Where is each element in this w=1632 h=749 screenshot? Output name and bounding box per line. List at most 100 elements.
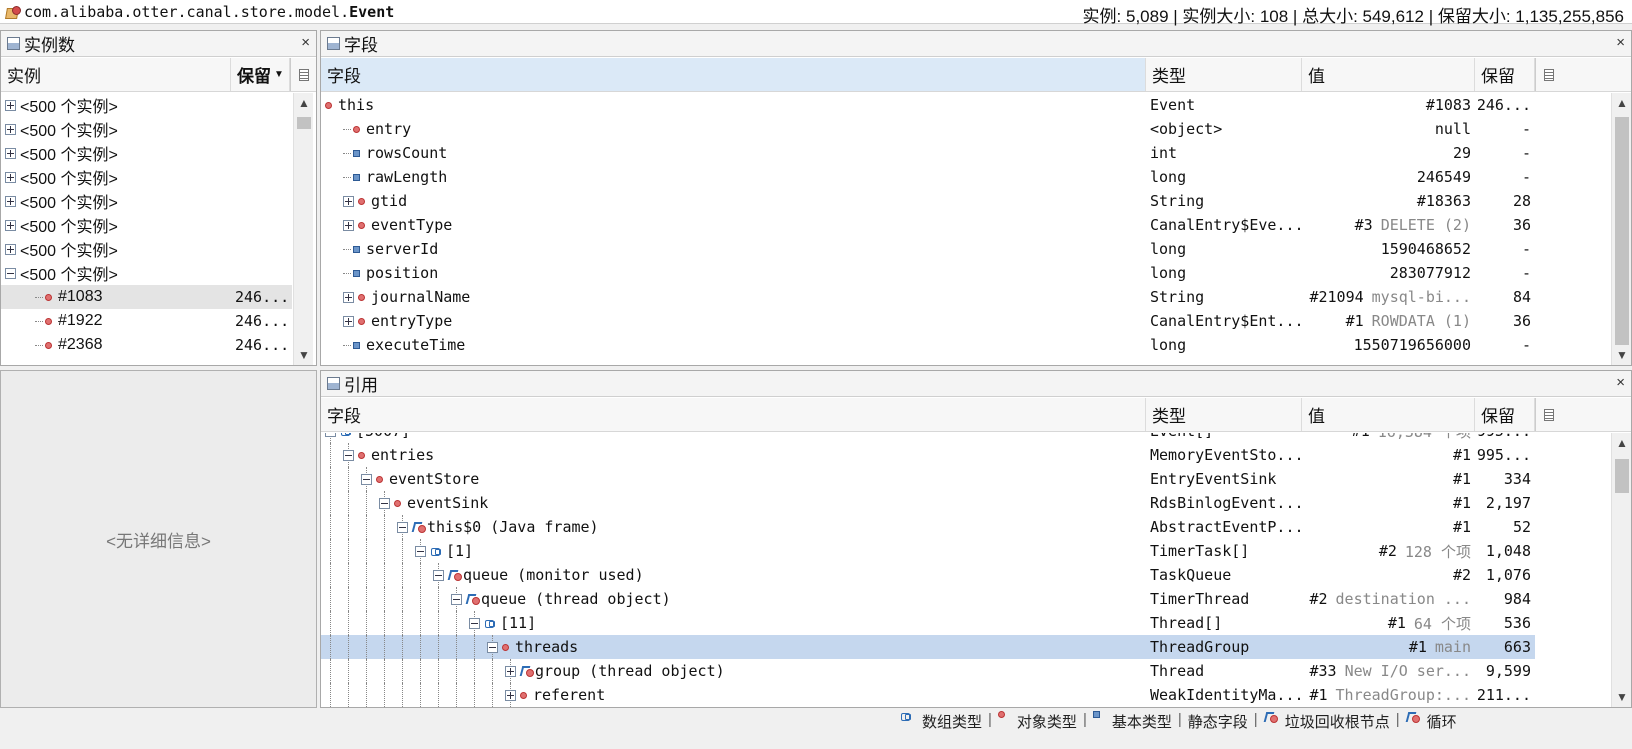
table-row[interactable]: eventType CanalEntry$Eve... #3 DELETE (2) 36: [321, 213, 1535, 237]
list-item[interactable]: <500 个实例>: [1, 213, 292, 237]
table-row[interactable]: eventSink RdsBinlogEvent... #1 2,197: [321, 491, 1535, 515]
table-row[interactable]: rowsCount int 29 -: [321, 141, 1535, 165]
column-retained[interactable]: 保留: [1475, 398, 1535, 431]
scroll-thumb[interactable]: [297, 117, 311, 129]
expand-icon[interactable]: [343, 315, 354, 327]
expand-icon[interactable]: [505, 689, 516, 701]
expand-icon[interactable]: [343, 219, 354, 231]
expand-icon[interactable]: [343, 195, 354, 207]
table-row[interactable]: queue (thread object) TimerThread #2 destin…: [321, 587, 1535, 611]
list-item[interactable]: #2368 246...: [1, 333, 292, 357]
type-cell: long: [1150, 240, 1187, 258]
expand-icon[interactable]: [5, 171, 16, 183]
table-row[interactable]: position long 283077912 -: [321, 261, 1535, 285]
expand-icon[interactable]: [5, 243, 16, 255]
column-retained[interactable]: 保留: [1475, 58, 1535, 91]
collapse-icon[interactable]: [379, 497, 390, 509]
scroll-down-icon[interactable]: ▼: [294, 345, 314, 365]
list-item[interactable]: <500 个实例>: [1, 117, 292, 141]
scroll-up-icon[interactable]: ▲: [294, 93, 314, 113]
references-scrollbar[interactable]: ▲ ▼: [1611, 433, 1631, 707]
close-icon[interactable]: ×: [301, 34, 310, 51]
table-row[interactable]: [5007] Event[] #1 16,384 个项 995...: [321, 433, 1535, 443]
table-row[interactable]: eventStore EntryEventSink #1 334: [321, 467, 1535, 491]
scroll-thumb[interactable]: [1615, 459, 1629, 493]
table-row[interactable]: [1] TimerTask[] #2 128 个项 1,048: [321, 539, 1535, 563]
column-type[interactable]: 类型: [1146, 58, 1302, 91]
collapse-icon[interactable]: [5, 267, 16, 279]
table-row[interactable]: entry <object> null -: [321, 117, 1535, 141]
table-row[interactable]: group (thread object) Thread #33 New I/O se…: [321, 659, 1535, 683]
collapse-icon[interactable]: [451, 593, 462, 605]
close-icon[interactable]: ×: [1616, 34, 1625, 51]
list-item[interactable]: <500 个实例>: [1, 165, 292, 189]
value-text: #18363: [1416, 192, 1471, 210]
table-row[interactable]: threads ThreadGroup #1 main 663: [321, 635, 1535, 659]
object-icon: [358, 197, 365, 205]
table-row[interactable]: this$0 (Java frame) AbstractEventP... #1 52: [321, 515, 1535, 539]
table-row[interactable]: this Event #1083 246...: [321, 93, 1535, 117]
collapse-icon[interactable]: [469, 617, 480, 629]
instance-label: #1922: [58, 312, 103, 329]
collapse-icon[interactable]: [487, 641, 498, 653]
list-item[interactable]: <500 个实例>: [1, 237, 292, 261]
collapse-icon[interactable]: [361, 473, 372, 485]
table-row[interactable]: executeTime long 1550719656000 -: [321, 333, 1535, 357]
tree-guide: [420, 635, 421, 659]
tree-guide: [330, 539, 331, 563]
column-chooser-button[interactable]: [1535, 398, 1561, 431]
collapse-icon[interactable]: [415, 545, 426, 557]
list-item[interactable]: <500 个实例>: [1, 261, 292, 285]
table-row[interactable]: serverId long 1590468652 -: [321, 237, 1535, 261]
table-row[interactable]: referent WeakIdentityMa... #1 ThreadGroup:.…: [321, 683, 1535, 707]
column-field[interactable]: 字段: [321, 58, 1146, 91]
table-row[interactable]: rawLength long 246549 -: [321, 165, 1535, 189]
collapse-icon[interactable]: [397, 521, 408, 533]
list-item[interactable]: #1083 246...: [1, 285, 292, 309]
expand-icon[interactable]: [5, 195, 16, 207]
field-cell: group (thread object): [321, 659, 1146, 683]
list-item[interactable]: <500 个实例>: [1, 189, 292, 213]
scroll-thumb[interactable]: [1615, 117, 1629, 345]
tree-guide: [474, 635, 475, 659]
expand-icon[interactable]: [5, 123, 16, 135]
column-value[interactable]: 值: [1302, 398, 1475, 431]
table-row[interactable]: queue (monitor used) TaskQueue #2 1,076: [321, 563, 1535, 587]
collapse-icon[interactable]: [433, 569, 444, 581]
column-value[interactable]: 值: [1302, 58, 1475, 91]
column-field[interactable]: 字段: [321, 398, 1146, 431]
retained-cell: [231, 213, 291, 237]
instances-scrollbar[interactable]: ▲ ▼: [293, 93, 313, 365]
table-row[interactable]: entries MemoryEventSto... #1 995...: [321, 443, 1535, 467]
expand-icon[interactable]: [5, 147, 16, 159]
scroll-up-icon[interactable]: ▲: [1612, 93, 1631, 113]
table-row[interactable]: entryType CanalEntry$Ent... #1 ROWDATA (1) 3…: [321, 309, 1535, 333]
list-item[interactable]: <500 个实例>: [1, 141, 292, 165]
list-item[interactable]: #1922 246...: [1, 309, 292, 333]
collapse-icon[interactable]: [343, 449, 354, 461]
scroll-up-icon[interactable]: ▲: [1612, 433, 1631, 453]
column-chooser-button[interactable]: [290, 58, 316, 91]
scroll-down-icon[interactable]: ▼: [1612, 345, 1631, 365]
close-icon[interactable]: ×: [1616, 374, 1625, 391]
column-instance[interactable]: 实例: [1, 58, 231, 91]
scroll-down-icon[interactable]: ▼: [1612, 687, 1631, 707]
legend-label: 循环: [1426, 714, 1457, 731]
tree-guide: [438, 683, 439, 707]
column-type[interactable]: 类型: [1146, 398, 1302, 431]
collapse-icon[interactable]: [325, 433, 336, 437]
list-item[interactable]: <500 个实例>: [1, 93, 292, 117]
expand-icon[interactable]: [5, 99, 16, 111]
tree-guide: [366, 539, 367, 563]
table-row[interactable]: gtid String #18363 28: [321, 189, 1535, 213]
expand-icon[interactable]: [343, 291, 354, 303]
column-chooser-button[interactable]: [1535, 58, 1561, 91]
expand-icon[interactable]: [505, 665, 516, 677]
column-retained[interactable]: 保留 ▼: [231, 58, 290, 91]
fields-scrollbar[interactable]: ▲ ▼: [1611, 93, 1631, 365]
table-row[interactable]: journalName String #21094 mysql-bi... 84: [321, 285, 1535, 309]
field-name: threads: [515, 638, 579, 656]
tree-guide: [366, 587, 367, 611]
expand-icon[interactable]: [5, 219, 16, 231]
table-row[interactable]: [11] Thread[] #1 64 个项 536: [321, 611, 1535, 635]
